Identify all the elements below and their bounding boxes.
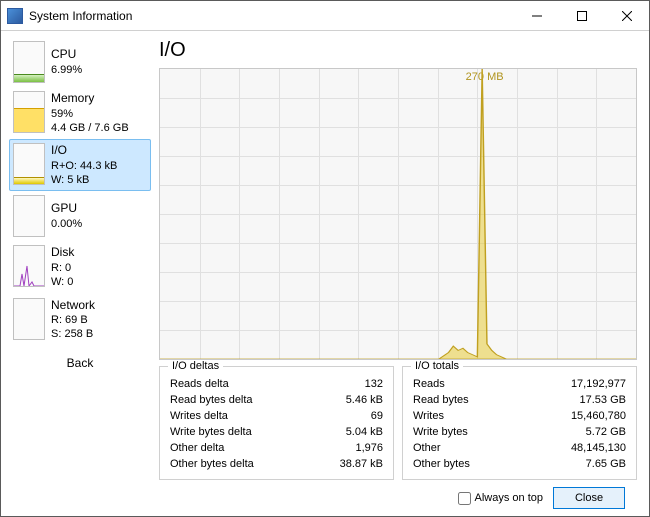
window-title: System Information bbox=[29, 9, 514, 23]
back-button[interactable]: Back bbox=[9, 346, 151, 370]
close-button[interactable]: Close bbox=[553, 487, 625, 509]
group-legend: I/O deltas bbox=[168, 360, 223, 372]
table-row: Read bytes delta5.46 kB bbox=[170, 393, 383, 407]
stat-key: Writes bbox=[413, 409, 520, 423]
io-chart: 270 MB bbox=[159, 68, 637, 360]
group-legend: I/O totals bbox=[411, 360, 463, 372]
sidebar-item-sub2: W: 5 kB bbox=[51, 173, 117, 187]
stat-value: 132 bbox=[311, 377, 383, 391]
stat-key: Other delta bbox=[170, 441, 309, 455]
sidebar-item-network[interactable]: Network R: 69 B S: 258 B bbox=[9, 294, 151, 346]
sidebar-item-sub2: W: 0 bbox=[51, 275, 74, 289]
sidebar-item-label: CPU bbox=[51, 47, 82, 63]
stat-value: 5.72 GB bbox=[522, 425, 626, 439]
stat-key: Writes delta bbox=[170, 409, 309, 423]
stat-value: 5.46 kB bbox=[311, 393, 383, 407]
stat-value: 15,460,780 bbox=[522, 409, 626, 423]
io-deltas-table: Reads delta132Read bytes delta5.46 kBWri… bbox=[168, 375, 385, 473]
gpu-thumbnail bbox=[13, 195, 45, 237]
io-totals-table: Reads17,192,977Read bytes17.53 GBWrites1… bbox=[411, 375, 628, 473]
sidebar-item-io[interactable]: I/O R+O: 44.3 kB W: 5 kB bbox=[9, 139, 151, 191]
table-row: Write bytes5.72 GB bbox=[413, 425, 626, 439]
sidebar-item-label: I/O bbox=[51, 143, 117, 159]
stat-value: 17.53 GB bbox=[522, 393, 626, 407]
maximize-button[interactable] bbox=[559, 1, 604, 30]
sidebar-item-sub2: S: 258 B bbox=[51, 327, 95, 341]
table-row: Writes15,460,780 bbox=[413, 409, 626, 423]
io-thumbnail bbox=[13, 143, 45, 185]
stat-key: Write bytes bbox=[413, 425, 520, 439]
sidebar-item-cpu[interactable]: CPU 6.99% bbox=[9, 37, 151, 87]
stat-key: Other bbox=[413, 441, 520, 455]
stat-key: Reads delta bbox=[170, 377, 309, 391]
sidebar-item-memory[interactable]: Memory 59% 4.4 GB / 7.6 GB bbox=[9, 87, 151, 139]
stat-value: 1,976 bbox=[311, 441, 383, 455]
sidebar-item-sub2: 4.4 GB / 7.6 GB bbox=[51, 121, 129, 135]
sidebar-item-sub: 0.00% bbox=[51, 217, 82, 231]
sidebar-item-label: Network bbox=[51, 298, 95, 314]
cpu-thumbnail bbox=[13, 41, 45, 83]
io-deltas-group: I/O deltas Reads delta132Read bytes delt… bbox=[159, 366, 394, 480]
stat-value: 38.87 kB bbox=[311, 457, 383, 471]
stat-key: Read bytes delta bbox=[170, 393, 309, 407]
stats-row: I/O deltas Reads delta132Read bytes delt… bbox=[159, 366, 637, 480]
always-on-top-input[interactable] bbox=[458, 492, 471, 505]
table-row: Other48,145,130 bbox=[413, 441, 626, 455]
sidebar-item-sub: R: 0 bbox=[51, 261, 74, 275]
table-row: Writes delta69 bbox=[170, 409, 383, 423]
body: CPU 6.99% Memory 59% 4.4 GB / 7.6 GB I/O… bbox=[1, 31, 649, 516]
page-title: I/O bbox=[159, 39, 637, 62]
app-icon bbox=[7, 8, 23, 24]
sidebar-item-disk[interactable]: Disk R: 0 W: 0 bbox=[9, 241, 151, 293]
table-row: Read bytes17.53 GB bbox=[413, 393, 626, 407]
table-row: Reads17,192,977 bbox=[413, 377, 626, 391]
memory-thumbnail bbox=[13, 91, 45, 133]
window: System Information CPU 6.99% Memory 59% bbox=[0, 0, 650, 517]
sidebar-item-gpu[interactable]: GPU 0.00% bbox=[9, 191, 151, 241]
stat-value: 48,145,130 bbox=[522, 441, 626, 455]
sidebar-item-label: Disk bbox=[51, 245, 74, 261]
stat-key: Other bytes delta bbox=[170, 457, 309, 471]
minimize-button[interactable] bbox=[514, 1, 559, 30]
stat-value: 69 bbox=[311, 409, 383, 423]
table-row: Other bytes7.65 GB bbox=[413, 457, 626, 471]
titlebar: System Information bbox=[1, 1, 649, 31]
sidebar-item-label: GPU bbox=[51, 201, 82, 217]
table-row: Reads delta132 bbox=[170, 377, 383, 391]
table-row: Other bytes delta38.87 kB bbox=[170, 457, 383, 471]
footer: Always on top Close bbox=[159, 480, 637, 516]
network-thumbnail bbox=[13, 298, 45, 340]
sidebar-item-sub: 59% bbox=[51, 107, 129, 121]
always-on-top-label: Always on top bbox=[475, 492, 543, 504]
stat-key: Write bytes delta bbox=[170, 425, 309, 439]
table-row: Write bytes delta5.04 kB bbox=[170, 425, 383, 439]
sidebar-item-label: Memory bbox=[51, 91, 129, 107]
main-panel: I/O 270 MB I/O deltas Reads delta132Read… bbox=[151, 31, 649, 516]
sidebar-item-sub: R: 69 B bbox=[51, 313, 95, 327]
stat-key: Read bytes bbox=[413, 393, 520, 407]
window-buttons bbox=[514, 1, 649, 30]
table-row: Other delta1,976 bbox=[170, 441, 383, 455]
always-on-top-checkbox[interactable]: Always on top bbox=[458, 492, 543, 505]
sidebar-item-sub: 6.99% bbox=[51, 63, 82, 77]
io-totals-group: I/O totals Reads17,192,977Read bytes17.5… bbox=[402, 366, 637, 480]
stat-value: 7.65 GB bbox=[522, 457, 626, 471]
close-window-button[interactable] bbox=[604, 1, 649, 30]
sidebar-item-sub: R+O: 44.3 kB bbox=[51, 159, 117, 173]
stat-value: 5.04 kB bbox=[311, 425, 383, 439]
stat-key: Other bytes bbox=[413, 457, 520, 471]
disk-thumbnail bbox=[13, 245, 45, 287]
sidebar: CPU 6.99% Memory 59% 4.4 GB / 7.6 GB I/O… bbox=[1, 31, 151, 516]
stat-value: 17,192,977 bbox=[522, 377, 626, 391]
stat-key: Reads bbox=[413, 377, 520, 391]
